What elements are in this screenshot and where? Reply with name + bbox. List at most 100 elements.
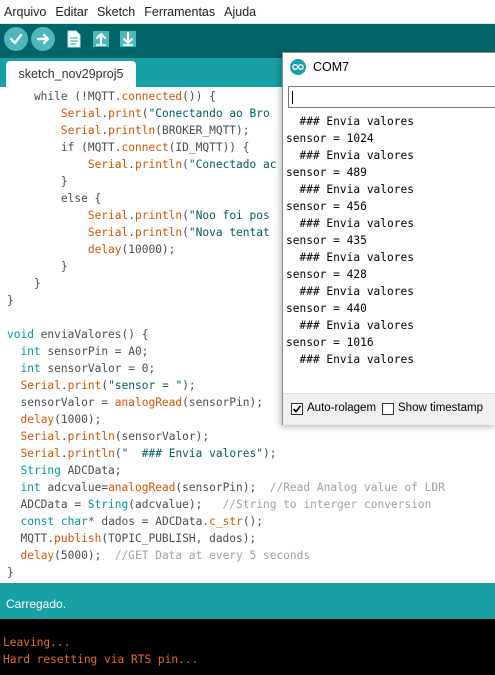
code-token: //Read Analog value of LDR xyxy=(269,481,445,494)
code-line: else { xyxy=(7,190,101,207)
code-token: Serial xyxy=(87,158,129,171)
code-token: Serial xyxy=(20,379,61,392)
code-token: (sensorValor); xyxy=(114,430,210,443)
code-line: Serial.println("Nova tentat xyxy=(7,224,270,241)
serial-titlebar[interactable]: COM7 xyxy=(283,53,495,81)
console-output: Leaving... Hard resetting via RTS pin... xyxy=(0,619,495,675)
code-token: connect xyxy=(121,141,169,154)
code-token: ); xyxy=(263,447,277,460)
console-line: Hard resetting via RTS pin... xyxy=(3,653,199,666)
code-line: String ADCData; xyxy=(7,462,122,479)
code-token: ( xyxy=(182,226,189,239)
menu-ferramentas[interactable]: Ferramentas xyxy=(140,5,220,19)
code-token: (TOPIC_PUBLISH, dados); xyxy=(101,532,257,545)
code-line: Serial.print("Conectando ao Bro xyxy=(7,105,270,122)
upload-button[interactable] xyxy=(31,27,55,51)
arrow-down-icon xyxy=(120,31,136,47)
code-line: ADCData = String(adcvalue); //String to … xyxy=(7,496,431,513)
code-token: ( xyxy=(182,158,189,171)
code-token: String xyxy=(87,498,129,511)
text-caret xyxy=(292,91,293,104)
menu-bar: Arquivo Editar Sketch Ferramentas Ajuda xyxy=(0,0,495,24)
code-token: delay xyxy=(20,549,55,562)
autoscroll-checkbox[interactable] xyxy=(291,403,303,415)
code-token: MQTT xyxy=(87,141,115,154)
menu-ajuda[interactable]: Ajuda xyxy=(220,5,261,19)
code-token: } xyxy=(7,175,68,188)
code-token: ()) { xyxy=(182,90,216,103)
code-token: . xyxy=(114,90,122,103)
code-token: //GET Data at every 5 seconds xyxy=(114,549,311,562)
code-token: print xyxy=(108,107,142,120)
menu-arquivo[interactable]: Arquivo xyxy=(0,5,51,19)
serial-line: ### Envia valores xyxy=(286,183,414,196)
menu-sketch[interactable]: Sketch xyxy=(93,5,140,19)
document-icon xyxy=(67,30,81,48)
code-token: . xyxy=(128,226,135,239)
tab-sketch[interactable]: sketch_nov29proj5 xyxy=(6,61,136,87)
code-line: delay(1000); xyxy=(7,411,101,428)
code-line: int sensorPin = A0; xyxy=(7,343,148,360)
code-token: println xyxy=(67,430,115,443)
new-sketch-button[interactable] xyxy=(63,27,85,51)
code-token: println xyxy=(135,209,183,222)
timestamp-checkbox[interactable] xyxy=(382,403,394,415)
code-line: int sensorValor = 0; xyxy=(7,360,155,377)
code-line: void enviaValores() { xyxy=(7,326,148,343)
code-token: } xyxy=(7,260,68,273)
code-line: delay(10000); xyxy=(7,241,176,258)
code-token: MQTT. xyxy=(7,532,55,545)
code-token: Serial xyxy=(20,430,61,443)
code-token: println xyxy=(135,226,183,239)
code-token: (10000); xyxy=(121,243,176,256)
serial-output[interactable]: ### Envia valores sensor = 1024 ### Envia… xyxy=(283,113,495,388)
code-token: enviaValores() { xyxy=(33,328,149,341)
serial-line: ### Envia valores xyxy=(286,251,414,264)
code-token: int xyxy=(20,362,41,375)
code-token: if ( xyxy=(7,141,88,154)
code-token: char xyxy=(60,515,88,528)
code-token: delay xyxy=(20,413,55,426)
menu-editar[interactable]: Editar xyxy=(51,5,93,19)
code-line: Serial.println("Conectado ac xyxy=(7,156,277,173)
code-token: } xyxy=(7,566,14,579)
status-bar: Carregado. xyxy=(0,583,495,619)
code-token: ADCData = xyxy=(7,498,88,511)
serial-monitor-window: COM7 ### Envia valores sensor = 1024 ### … xyxy=(282,52,495,425)
verify-button[interactable] xyxy=(4,27,28,51)
serial-line: sensor = 1024 xyxy=(286,132,374,145)
code-token: Serial xyxy=(20,447,61,460)
code-token: sensorValor = 0; xyxy=(40,362,156,375)
serial-footer: Auto-rolagem Show timestamp xyxy=(283,393,495,425)
code-token: } xyxy=(7,294,14,307)
code-token: ADCData; xyxy=(60,464,122,477)
code-token: "Nova tentat xyxy=(188,226,270,239)
open-sketch-button[interactable] xyxy=(90,27,112,51)
timestamp-label: Show timestamp xyxy=(398,402,484,414)
code-line: Serial.println("Noo foi pos xyxy=(7,207,270,224)
code-token: String xyxy=(20,464,61,477)
autoscroll-label: Auto-rolagem xyxy=(307,402,377,414)
code-line: } xyxy=(7,275,41,292)
save-sketch-button[interactable] xyxy=(117,27,139,51)
arrow-right-icon xyxy=(36,33,50,45)
code-line: const char* dados = ADCData.c_str(); xyxy=(7,513,263,530)
arrow-up-icon xyxy=(93,31,109,47)
code-token: (adcvalue); xyxy=(128,498,223,511)
code-line: while (!MQTT.connected()) { xyxy=(7,88,216,105)
code-token: analogRead xyxy=(108,481,176,494)
code-token: sensorValor = xyxy=(7,396,115,409)
code-line: if (MQTT.connect(ID_MQTT)) { xyxy=(7,139,250,156)
code-token: const xyxy=(20,515,55,528)
serial-send-input[interactable] xyxy=(288,86,495,108)
code-token: ( xyxy=(182,209,189,222)
